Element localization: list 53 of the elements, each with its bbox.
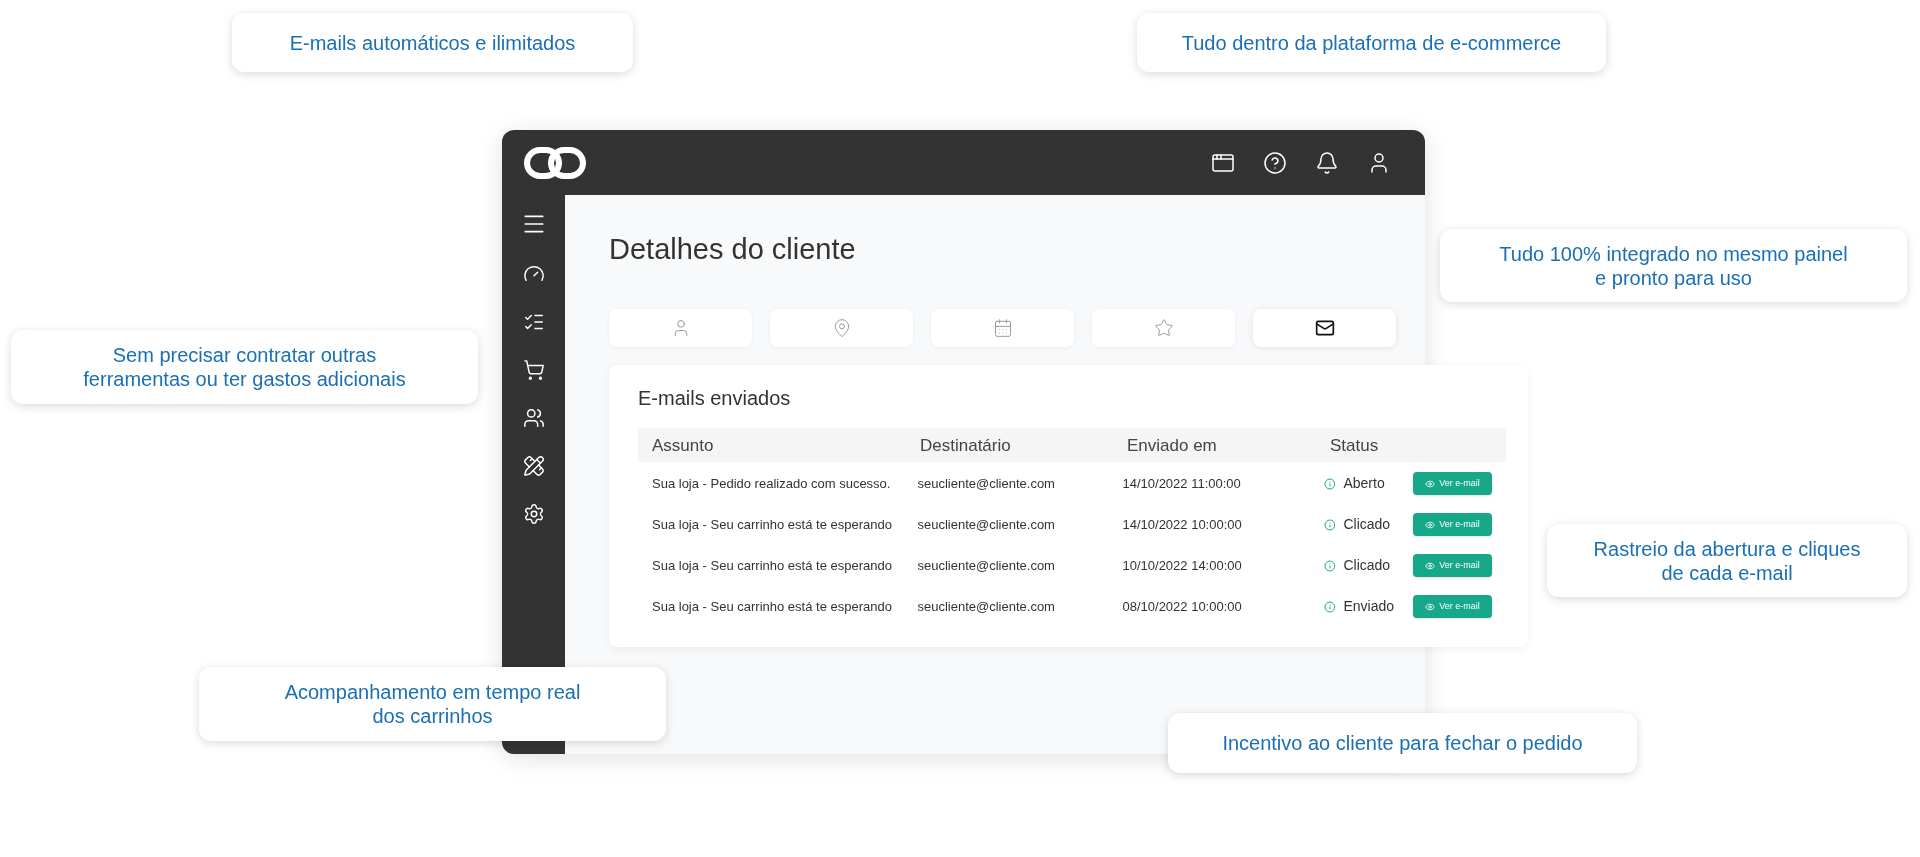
table-cell-text: Sua loja - Seu carrinho está te esperando (652, 598, 893, 616)
table-cell-text: seucliente@cliente.com (917, 516, 1056, 534)
column-header: Assunto (652, 434, 715, 457)
callout-text: E-mails automáticos e ilimitados (289, 30, 576, 55)
view-email-button[interactable]: Ver e-mail (1412, 595, 1492, 619)
table-cell-text: Sua loja - Seu carrinho está te esperando (652, 557, 893, 575)
view-email-button[interactable]: Ver e-mail (1412, 472, 1492, 496)
table-cell-text: 14/10/2022 11:00:00 (1122, 475, 1242, 493)
info-icon (1323, 559, 1336, 572)
table-cell-text: seucliente@cliente.com (917, 598, 1056, 616)
column-header: Enviado em (1127, 434, 1218, 457)
cart-icon[interactable] (522, 359, 545, 381)
eye-icon (1425, 601, 1436, 612)
column-header: Destinatário (920, 434, 1012, 457)
table-cell-text: Sua loja - Pedido realizado com sucesso. (652, 475, 892, 493)
table-cell-text: seucliente@cliente.com (917, 475, 1056, 493)
view-email-button[interactable]: Ver e-mail (1412, 554, 1492, 578)
table-cell-text: 10/10/2022 14:00:00 (1122, 557, 1243, 575)
eye-icon (1425, 478, 1436, 489)
status-text: Clicado (1343, 515, 1392, 535)
view-email-button[interactable]: Ver e-mail (1412, 513, 1492, 537)
callout-text: Tudo 100% integrado no mesmo painel (1499, 241, 1848, 266)
callout-text: ferramentas ou ter gastos adicionais (83, 367, 406, 391)
help-icon[interactable] (1263, 150, 1287, 175)
tab[interactable] (1253, 309, 1396, 348)
table-cell-text: 14/10/2022 10:00:00 (1122, 516, 1243, 534)
logo-icon (524, 146, 586, 179)
callout-text: Tudo dentro da plataforma de e-commerce (1181, 30, 1562, 55)
callout-text: Rastreio da abertura e cliques (1593, 536, 1861, 561)
status-text: Enviado (1343, 597, 1396, 617)
callout-text: Incentivo ao cliente para fechar o pedido (1222, 731, 1583, 755)
column-header: Status (1330, 434, 1380, 457)
info-icon (1323, 600, 1336, 613)
pencil-ruler-icon[interactable] (522, 455, 545, 477)
callout-text: Acompanhamento em tempo real (284, 680, 581, 704)
info-icon (1323, 518, 1336, 531)
status-text: Clicado (1343, 556, 1392, 576)
eye-icon (1425, 560, 1436, 571)
callout-text: Sem precisar contratar outras (112, 343, 377, 367)
page-title: Detalhes do cliente (609, 232, 857, 267)
eye-icon (1425, 519, 1436, 530)
callout-text: e pronto para uso (1595, 265, 1752, 290)
settings-icon[interactable] (522, 503, 545, 525)
info-icon (1323, 477, 1336, 490)
callout-text: de cada e-mail (1661, 560, 1793, 585)
notification-icon[interactable] (1315, 150, 1339, 175)
status-text: Aberto (1343, 474, 1386, 494)
callout-text: dos carrinhos (372, 704, 493, 728)
users-icon[interactable] (522, 407, 545, 429)
table-cell-text: 08/10/2022 10:00:00 (1122, 598, 1243, 616)
table-cell-text: Sua loja - Seu carrinho está te esperando (652, 516, 893, 534)
table-cell-text: seucliente@cliente.com (917, 557, 1056, 575)
card-title: E-mails enviados (638, 386, 792, 412)
